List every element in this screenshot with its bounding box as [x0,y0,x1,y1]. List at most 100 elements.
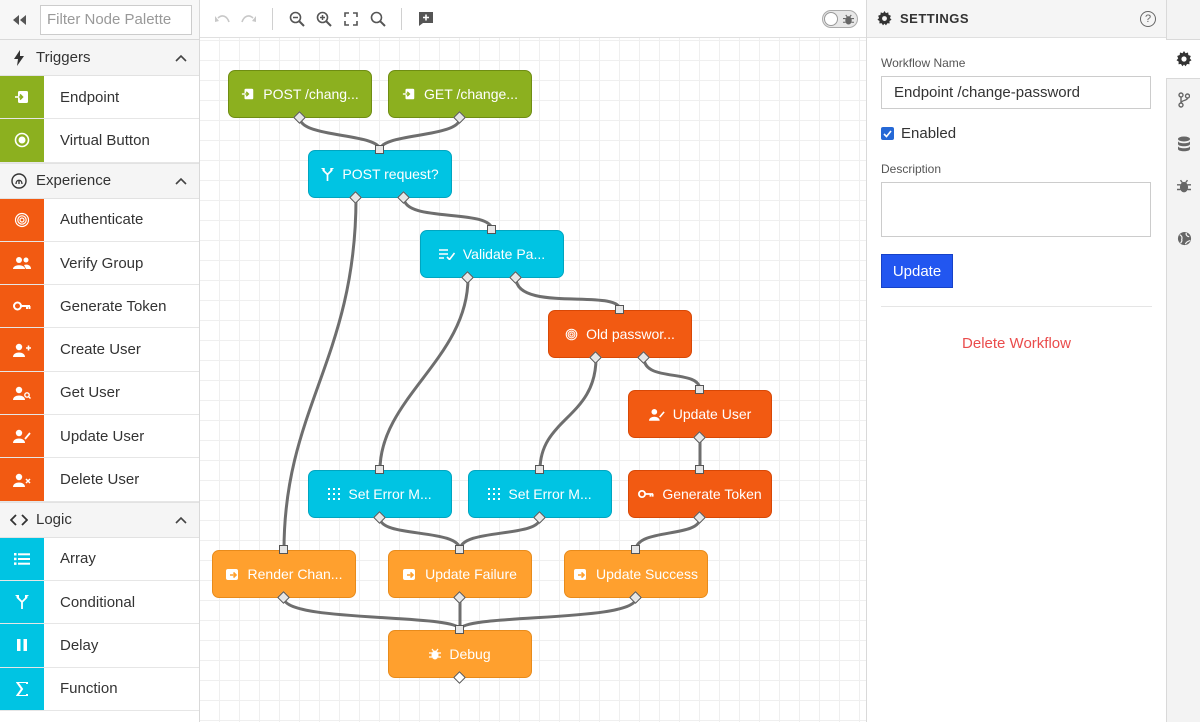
palette-item-label: Endpoint [60,88,120,106]
edge [378,516,462,552]
node-label: Update Failure [425,566,517,582]
description-label: Description [881,162,942,176]
palette-item-delay[interactable]: Delay [0,624,199,668]
divider [881,306,1152,307]
debug-toggle[interactable] [822,9,858,28]
toggle-knob [824,11,838,26]
category-label: Logic [36,511,72,529]
category-experience[interactable]: Experience [0,162,199,199]
palette-item-label: Delete User [60,471,140,489]
tab-globals[interactable] [1167,218,1200,258]
canvas-toolbar [200,0,866,38]
category-logic[interactable]: Logic [0,501,199,538]
workflow-name-label: Workflow Name [881,56,966,70]
input-port[interactable] [455,545,464,554]
input-port[interactable] [375,465,384,474]
search-user-icon [0,371,44,415]
node-label: Old passwor... [586,326,675,342]
double-chevron-left-icon [13,14,26,25]
workflow-canvas[interactable]: POST /chang... GET /change... POST reque… [200,38,866,722]
endpoint-icon [0,76,44,119]
input-port[interactable] [455,625,464,634]
input-port[interactable] [487,225,496,234]
list-icon [0,537,44,580]
node-label: Render Chan... [247,566,343,582]
update-button[interactable]: Update [881,254,953,288]
palette-item-update-user[interactable]: Update User [0,415,199,459]
input-port[interactable] [695,385,704,394]
mutate-icon [488,488,501,500]
debug-icon [429,648,442,660]
input-port[interactable] [535,465,544,474]
enabled-checkbox-row[interactable]: Enabled [881,125,1152,142]
node-label: Update Success [596,566,698,582]
zoom-out-button[interactable] [283,5,310,33]
palette-item-function[interactable]: Function [0,667,199,711]
mutate-icon [328,488,341,500]
zoom-reset-button[interactable] [364,5,391,33]
edge [378,116,462,152]
palette-item-endpoint[interactable]: Endpoint [0,76,199,120]
enabled-checkbox[interactable] [881,127,894,140]
connection-lines [282,116,702,632]
sigma-icon [0,667,44,710]
tab-storage[interactable] [1167,124,1200,164]
palette-item-array[interactable]: Array [0,537,199,581]
node-label: POST request? [342,166,439,182]
category-triggers[interactable]: Triggers [0,40,199,76]
delete-workflow-link[interactable]: Delete Workflow [881,335,1152,352]
input-port[interactable] [615,305,624,314]
node-label: Update User [672,406,752,422]
input-port[interactable] [375,145,384,154]
zoom-in-button[interactable] [310,5,337,33]
redo-button[interactable] [235,5,262,33]
node-old-password-authenticate[interactable]: Old passwor... [548,310,692,358]
validate-icon [438,248,455,260]
tab-debug[interactable] [1167,166,1200,206]
node-label: GET /change... [424,86,518,102]
palette-item-label: Conditional [60,593,136,611]
palette-item-generate-token[interactable]: Generate Token [0,285,199,329]
palette-item-virtual-button[interactable]: Virtual Button [0,119,199,163]
input-port[interactable] [695,465,704,474]
toolbar-divider [272,7,273,30]
category-label: Experience [36,172,112,190]
edge [458,516,542,552]
node-validate-payload[interactable]: Validate Pa... [420,230,564,278]
tab-settings[interactable] [1166,39,1200,79]
key-icon [0,285,44,328]
gear-icon [1176,51,1191,67]
enabled-label: Enabled [901,125,957,142]
palette-item-verify-group[interactable]: Verify Group [0,241,199,286]
palette-item-label: Delay [60,636,99,654]
input-port[interactable] [279,545,288,554]
add-node-button[interactable] [412,5,439,33]
description-textarea[interactable] [881,182,1151,237]
input-port[interactable] [631,545,640,554]
help-button[interactable]: ? [1140,10,1156,27]
zoom-out-icon [289,11,305,27]
chevron-up-icon [173,49,189,66]
node-post-request-conditional[interactable]: POST request? [308,150,452,198]
workflow-name-input[interactable] [881,76,1151,109]
bug-icon [1177,179,1191,193]
radio-button-icon [0,119,44,162]
palette-item-delete-user[interactable]: Delete User [0,458,199,502]
fit-to-screen-button[interactable] [337,5,364,33]
filter-node-palette-input[interactable] [40,4,192,35]
palette-item-label: Generate Token [60,297,167,315]
search-icon [370,11,386,27]
tab-versions[interactable] [1167,80,1200,120]
undo-button[interactable] [208,5,235,33]
palette-item-conditional[interactable]: Conditional [0,580,199,625]
database-icon [1178,136,1190,152]
palette-item-authenticate[interactable]: Authenticate [0,198,199,242]
edge [642,356,702,392]
settings-body: Workflow Name Enabled Description Update… [867,38,1166,366]
update-user-icon [0,415,44,458]
collapse-palette-button[interactable] [0,0,40,40]
palette-item-create-user[interactable]: Create User [0,328,199,372]
toolbar-divider [401,7,402,30]
palette-item-get-user[interactable]: Get User [0,371,199,416]
conditional-icon [321,167,335,181]
